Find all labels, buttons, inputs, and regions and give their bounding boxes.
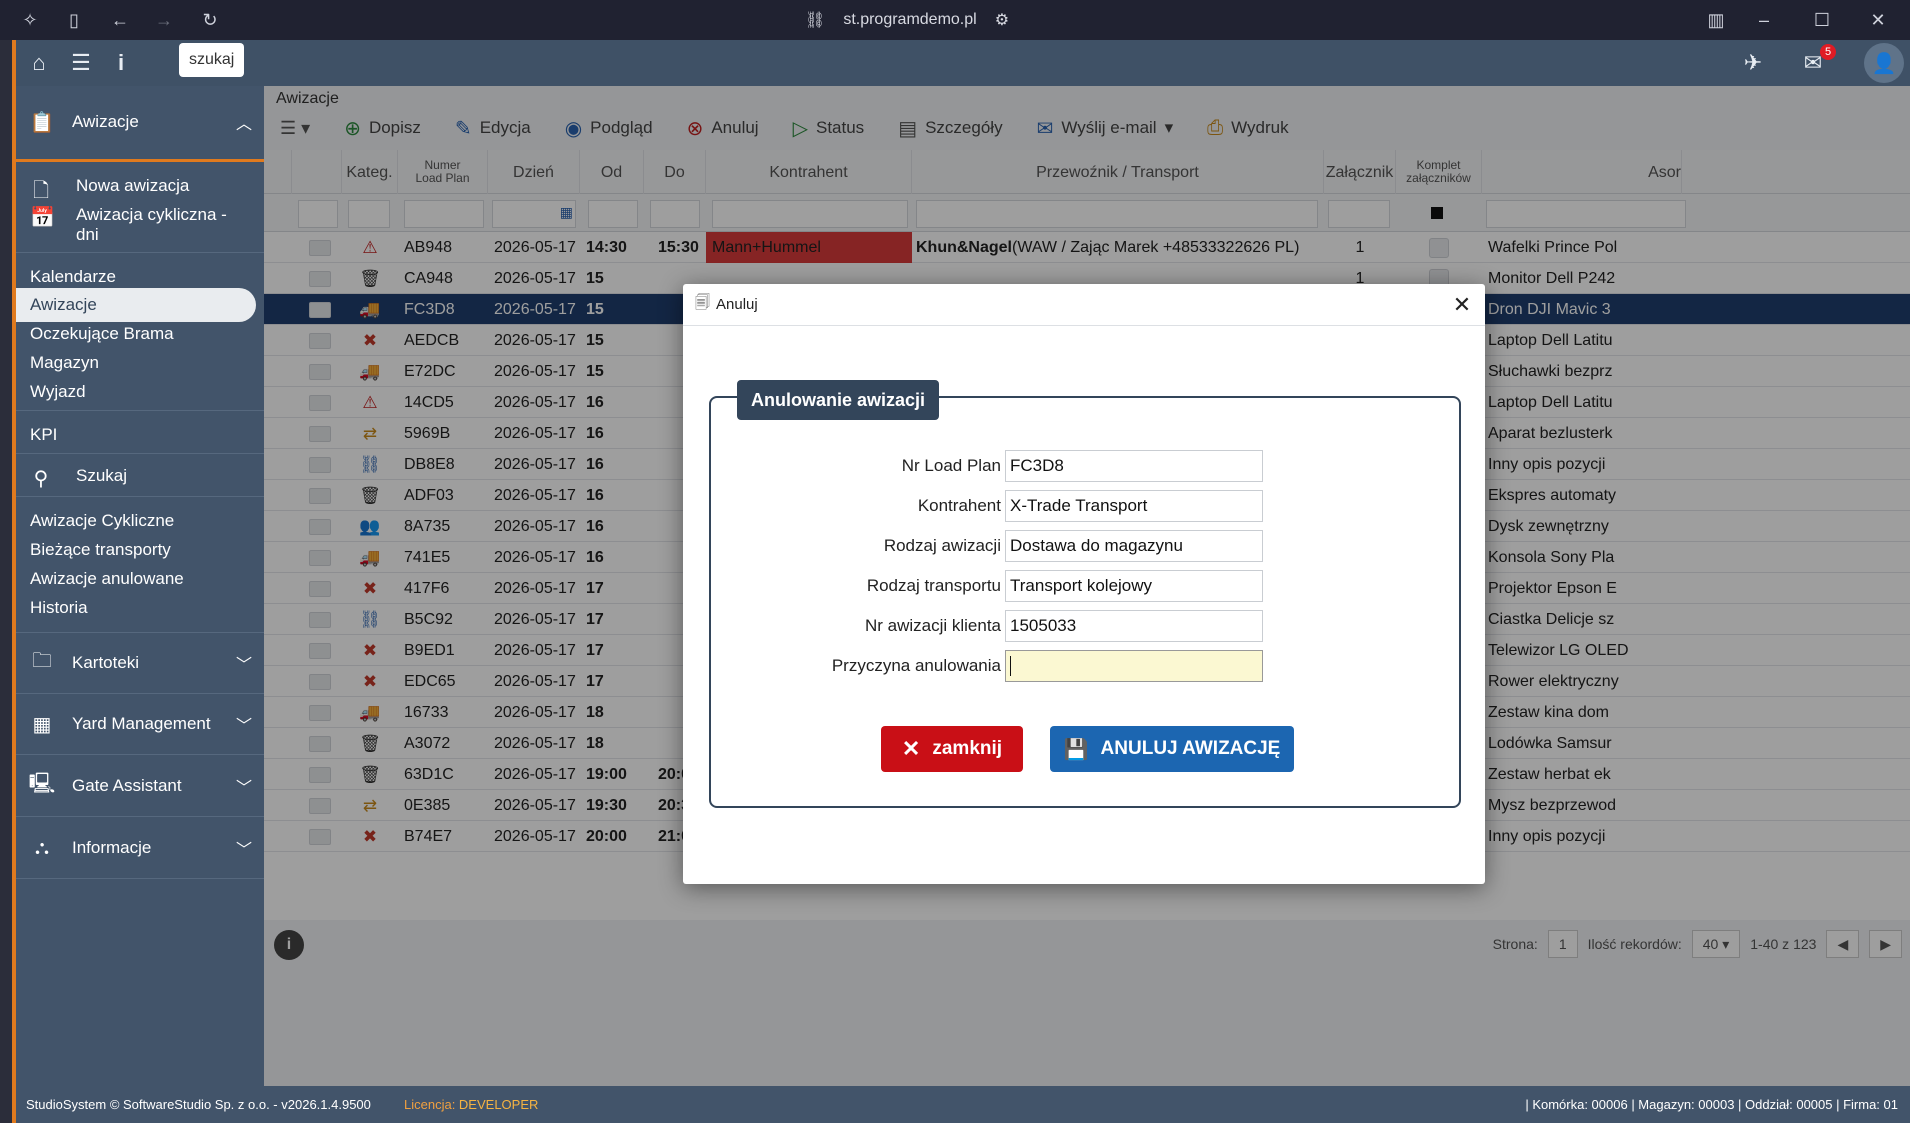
grid-icon: ▦ [32, 713, 52, 736]
chevron-up-icon[interactable]: ︿ [236, 110, 252, 134]
maximize-icon[interactable]: ☐ [1810, 8, 1834, 32]
chevron-down-icon[interactable]: ﹀ [236, 651, 252, 675]
save-icon: 💾 [1063, 738, 1089, 761]
field-label: Rodzaj awizacji [883, 536, 1001, 555]
field-label: Nr awizacji klienta [864, 616, 1001, 635]
chevron-down-icon[interactable]: ﹀ [236, 836, 252, 860]
contractor-field[interactable]: X-Trade Transport [1005, 490, 1263, 522]
close-window-icon[interactable]: ✕ [1866, 8, 1890, 32]
site-settings-icon[interactable]: ⚙ [995, 10, 1009, 30]
sidebar-item-awizacja-cykliczna[interactable]: 📅 Awizacja cykliczna - dni [30, 205, 227, 245]
sidebar-item-label: Szukaj [76, 466, 128, 485]
sidebar-item-kpi[interactable]: KPI [30, 418, 57, 452]
license-text: Licencja: DEVELOPER [404, 1097, 538, 1112]
sidebar-toggle-icon[interactable]: ▯ [62, 8, 86, 32]
sidebar-item-label: Nowa awizacja [76, 176, 190, 195]
field-row: Kontrahent X-Trade Transport [711, 490, 1463, 522]
chevron-down-icon[interactable]: ﹀ [236, 712, 252, 736]
chevron-down-icon[interactable]: ﹀ [236, 774, 252, 798]
dialog-header: 🗐 Anuluj ✕ [683, 284, 1485, 326]
info-icon[interactable]: i [106, 48, 136, 78]
search-button[interactable]: szukaj [179, 43, 245, 77]
mail-icon[interactable]: ✉ 5 [1798, 44, 1836, 78]
search-icon: ⚲ [33, 468, 49, 490]
sidebar-awizacje-label: Awizacje [72, 112, 139, 131]
cancel-advice-label: ANULUJ AWIZACJĘ [1100, 738, 1281, 759]
split-view-icon[interactable]: ▥ [1704, 8, 1728, 32]
close-icon[interactable]: ✕ [1449, 292, 1475, 318]
field-row: Nr awizacji klienta 1505033 [711, 610, 1463, 642]
menu-collapse-icon[interactable]: ☰ [66, 48, 96, 78]
cancel-reason-input[interactable] [1005, 650, 1263, 682]
user-icon: 👤 [1871, 52, 1897, 75]
license-value: DEVELOPER [458, 1097, 539, 1112]
cancel-fieldset: Anulowanie awizacji Nr Load Plan FC3D8 K… [709, 380, 1463, 808]
plane-icon[interactable]: ✈ [1738, 48, 1768, 78]
sidebar-item-label: Awizacja cykliczna - [76, 205, 227, 224]
sidebar-section-yard[interactable]: ▦ Yard Management ﹀ [16, 694, 264, 755]
sidebar-yard-label: Yard Management [72, 714, 211, 733]
field-label: Kontrahent [917, 496, 1001, 515]
home-icon[interactable]: ⌂ [24, 48, 54, 78]
folder-icon: 🗀 [32, 650, 52, 672]
text-caret [1010, 656, 1011, 676]
client-advice-number-field[interactable]: 1505033 [1005, 610, 1263, 642]
cancel-dialog: 🗐 Anuluj ✕ Anulowanie awizacji Nr Load P… [683, 284, 1485, 884]
dialog-title: Anuluj [716, 296, 758, 313]
sidebar-section-kartoteki[interactable]: 🗀 Kartoteki ﹀ [16, 632, 264, 694]
license-label: Licencja: [404, 1097, 459, 1112]
transport-type-field[interactable]: Transport kolejowy [1005, 570, 1263, 602]
field-row: Rodzaj awizacji Dostawa do magazynu [711, 530, 1463, 562]
app-topbar: ⌂ ☰ i szukaj ✈ ✉ 5 👤 [16, 40, 1910, 86]
reload-icon[interactable]: ↻ [198, 8, 222, 32]
status-bar: StudioSystem © SoftwareStudio Sp. z o.o.… [16, 1086, 1910, 1123]
cancel-advice-button[interactable]: 💾 ANULUJ AWIZACJĘ [1050, 726, 1294, 772]
sidebar-item-historia[interactable]: Historia [30, 591, 88, 625]
back-icon[interactable]: ← [108, 8, 132, 32]
advice-type-field[interactable]: Dostawa do magazynu [1005, 530, 1263, 562]
presenter-icon: 🖳 [28, 773, 56, 795]
fieldset-legend: Anulowanie awizacji [737, 380, 940, 420]
field-label: Nr Load Plan [901, 456, 1001, 475]
address-bar[interactable]: ⛓ st.programdemo.pl ⚙ [805, 8, 1009, 32]
link-icon: ⛓ [805, 12, 826, 29]
clipboard-icon: 📋 [29, 111, 55, 134]
sidebar-section-gate[interactable]: 🖳 Gate Assistant ﹀ [16, 756, 264, 817]
x-icon: ✕ [901, 736, 921, 761]
forward-icon[interactable]: → [152, 8, 176, 32]
load-plan-field[interactable]: FC3D8 [1005, 450, 1263, 482]
sidebar-item-label-line2: dni [76, 225, 99, 244]
sidebar-gate-label: Gate Assistant [72, 776, 182, 795]
field-label: Rodzaj transportu [866, 576, 1001, 595]
mail-count-badge: 5 [1820, 44, 1836, 60]
field-label: Przyczyna anulowania [831, 656, 1001, 675]
document-icon: 🗐 [695, 294, 710, 311]
minimize-icon[interactable]: – [1752, 8, 1776, 32]
field-row: Przyczyna anulowania [711, 650, 1463, 682]
sidebar: 📋 Awizacje ︿ 🗋 Nowa awizacja 📅 Awizacja … [16, 86, 264, 1123]
browser-bar: ✧ ▯ ← → ↻ ⛓ st.programdemo.pl ⚙ ▥ – ☐ ✕ [0, 0, 1910, 40]
sidebar-item-szukaj[interactable]: ⚲ Szukaj [30, 466, 127, 491]
url-text: st.programdemo.pl [843, 11, 977, 28]
location-info: | Komórka: 00006 | Magazyn: 00003 | Oddz… [1525, 1097, 1898, 1112]
sidebar-kartoteki-label: Kartoteki [72, 653, 140, 672]
sidebar-item-wyjazd[interactable]: Wyjazd [30, 375, 86, 409]
field-row: Nr Load Plan FC3D8 [711, 450, 1463, 482]
sidebar-section-informacje[interactable]: ⛬ Informacje ﹀ [16, 818, 264, 879]
sidebar-info-label: Informacje [72, 838, 152, 857]
sitemap-icon: ⛬ [35, 836, 49, 859]
close-button[interactable]: ✕ zamknij [881, 726, 1023, 772]
calendar-plus-icon: 📅 [30, 207, 55, 229]
browser-logo-icon[interactable]: ✧ [18, 8, 42, 32]
user-avatar[interactable]: 👤 [1864, 43, 1904, 83]
field-row: Rodzaj transportu Transport kolejowy [711, 570, 1463, 602]
sidebar-section-awizacje[interactable]: 📋 Awizacje ︿ [16, 86, 264, 162]
copyright-text: StudioSystem © SoftwareStudio Sp. z o.o.… [26, 1097, 371, 1112]
close-button-label: zamknij [932, 738, 1003, 759]
